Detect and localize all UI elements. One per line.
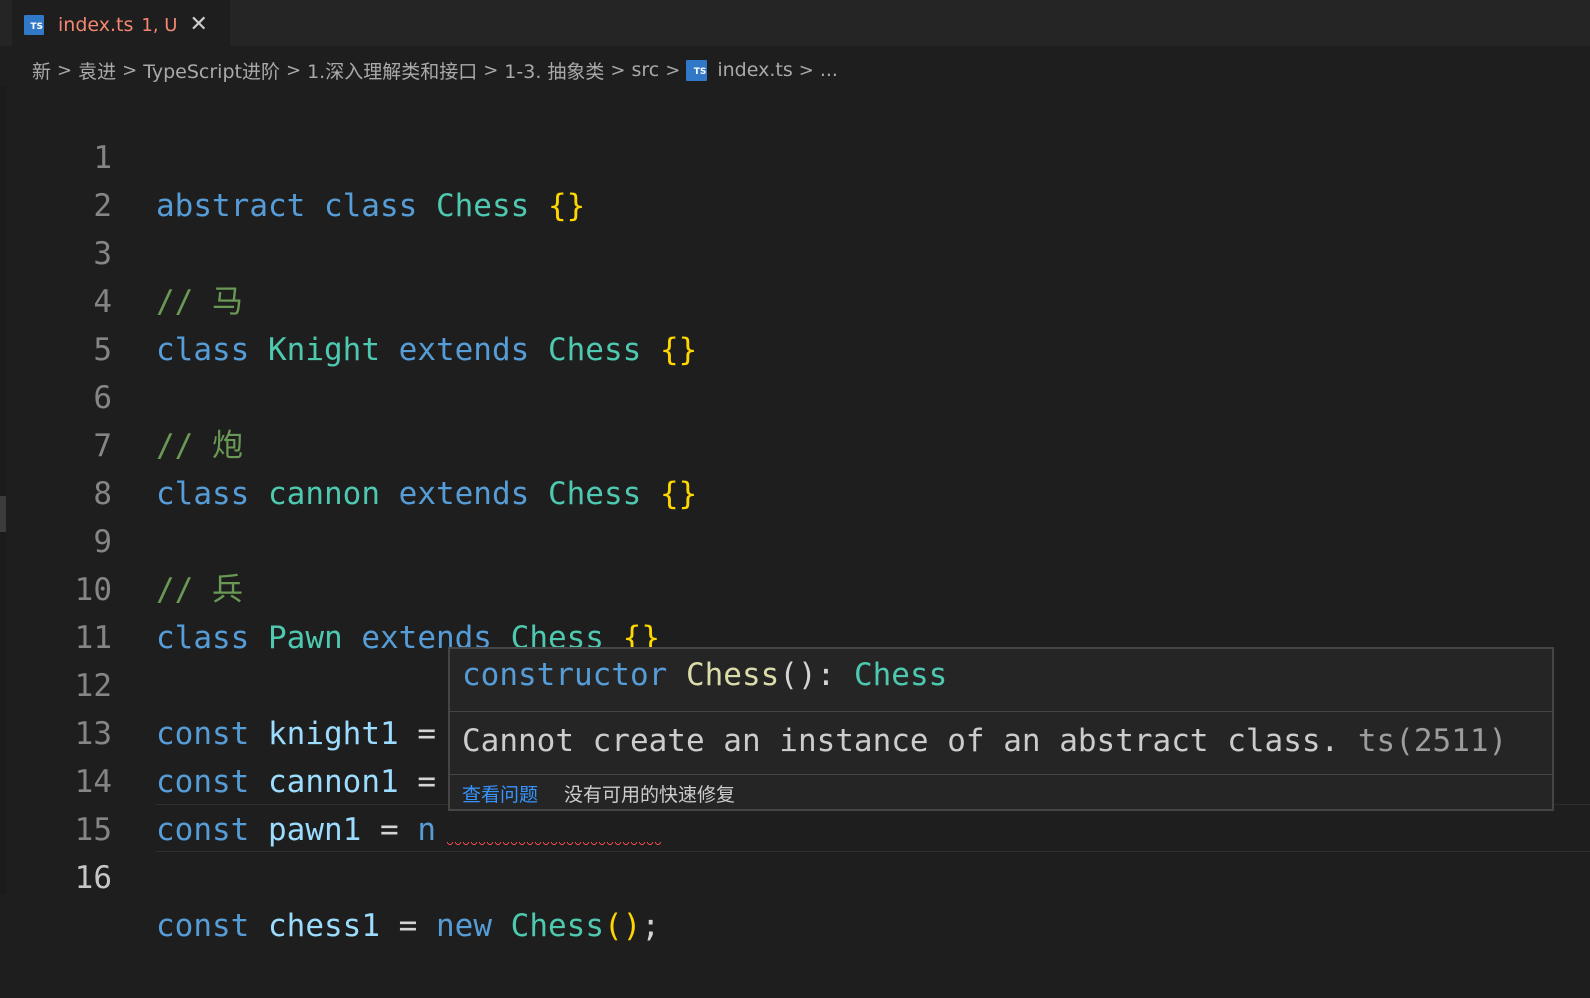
chevron-right-icon: > [483, 59, 499, 81]
code-line: 8 [0, 422, 1590, 512]
view-problem-link[interactable]: 查看问题 [462, 780, 538, 807]
sig-rest: (): [779, 657, 854, 693]
breadcrumb-item[interactable]: src [632, 59, 660, 81]
breadcrumb-file-label: index.ts [717, 59, 793, 81]
tab-index-ts[interactable]: TS index.ts 1, U ✕ [12, 0, 230, 50]
breadcrumb-file[interactable]: TS index.ts [686, 59, 793, 81]
tab-status-badge: 1, U [141, 14, 178, 36]
error-squiggle[interactable] [446, 842, 662, 848]
no-quick-fix-label: 没有可用的快速修复 [564, 783, 736, 806]
chevron-right-icon: > [122, 59, 138, 81]
hover-signature: constructor Chess(): Chess [462, 657, 947, 693]
code-line: 1 abstract class Chess {} [0, 86, 1590, 224]
breadcrumb-item[interactable]: 1-3. 抽象类 [504, 57, 604, 84]
editor-gutter-edge [0, 86, 6, 894]
scroll-marker[interactable] [0, 496, 6, 532]
sig-keyword: constructor [462, 657, 668, 693]
code-line: 10 class Pawn extends Chess {} [0, 518, 1590, 656]
hover-tooltip: constructor Chess(): Chess Cannot create… [448, 647, 1554, 811]
code-line: 9 // 兵 [0, 470, 1590, 608]
sig-type: Chess [853, 657, 948, 693]
tab-bar: TS index.ts 1, U ✕ [0, 0, 1590, 50]
error-message: Cannot create an instance of an abstract… [462, 723, 1507, 759]
chevron-right-icon: > [665, 59, 681, 81]
divider [450, 774, 1552, 775]
breadcrumb-item[interactable]: TypeScript进阶 [143, 57, 280, 84]
keyword-token: new [436, 908, 492, 944]
line-number-active: 16 [74, 860, 112, 896]
breadcrumb-item[interactable]: 1.深入理解类和接口 [307, 57, 477, 84]
error-message-text: Cannot create an instance of an abstract… [462, 723, 1340, 759]
breadcrumb-item[interactable]: 袁进 [78, 57, 116, 84]
breadcrumb-ellipsis[interactable]: ... [820, 59, 838, 81]
error-code: ts(2511) [1357, 723, 1508, 759]
semicolon-token: ; [641, 908, 660, 944]
code-line: 3 // 马 [0, 182, 1590, 320]
code-line: 4 class Knight extends Chess {} [0, 230, 1590, 368]
breadcrumb: 新 > 袁进 > TypeScript进阶 > 1.深入理解类和接口 > 1-3… [32, 54, 838, 86]
chevron-right-icon: > [285, 59, 302, 81]
breadcrumb-item[interactable]: 新 [32, 57, 51, 84]
ts-file-icon: TS [686, 59, 708, 81]
code-line: 5 [0, 278, 1590, 368]
code-line: 7 class cannon extends Chess {} [0, 374, 1590, 512]
sig-name: Chess [685, 657, 780, 693]
bracket-token: () [604, 908, 642, 944]
hover-actions: 查看问题 没有可用的快速修复 [462, 777, 735, 809]
code-line: 2 [0, 134, 1590, 224]
operator-token: = [398, 908, 418, 944]
code-line: 6 // 炮 [0, 326, 1590, 464]
divider [450, 711, 1552, 712]
chevron-right-icon: > [610, 59, 626, 81]
ts-file-icon: TS [24, 15, 44, 35]
class-name-token: Chess [510, 908, 604, 944]
close-icon[interactable]: ✕ [189, 14, 207, 36]
chevron-right-icon: > [798, 59, 814, 81]
chevron-right-icon: > [57, 59, 73, 81]
code-line: 11 [0, 566, 1590, 656]
variable-token: chess1 [268, 908, 380, 944]
keyword-token: const [156, 908, 250, 944]
code-line-active: 16 const chess1 = new Chess(); [0, 806, 1590, 944]
tab-filename: index.ts [58, 14, 134, 36]
